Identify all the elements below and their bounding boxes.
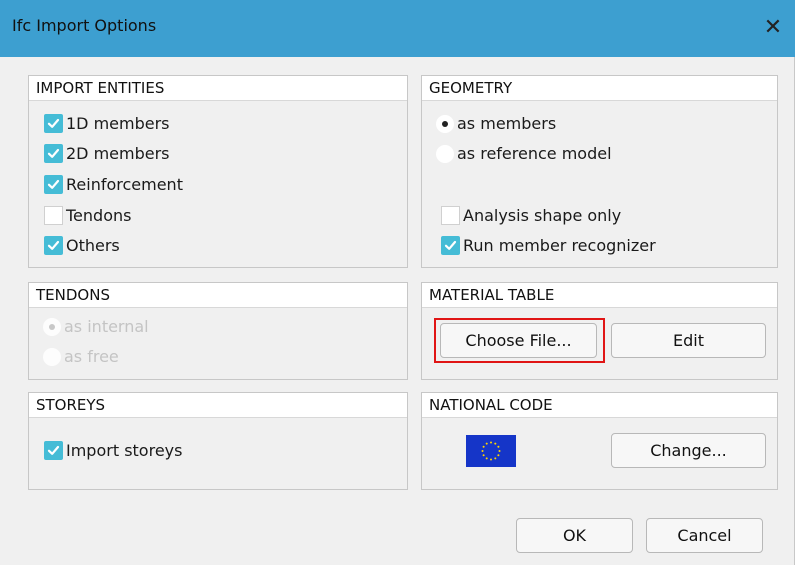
checkbox-label: Analysis shape only: [463, 206, 622, 225]
tendons-title: TENDONS: [29, 283, 407, 308]
dialog-title: Ifc Import Options: [12, 16, 157, 35]
radio-label: as internal: [64, 317, 149, 336]
change-national-code-button[interactable]: Change...: [611, 433, 766, 468]
radio-as-free[interactable]: as free: [43, 347, 119, 366]
import-entities-title: IMPORT ENTITIES: [29, 76, 407, 101]
storeys-group: STOREYS Import storeys: [28, 392, 408, 490]
checkbox-label: Reinforcement: [66, 175, 183, 194]
checkbox-others[interactable]: Others: [44, 236, 120, 255]
radio-label: as reference model: [457, 144, 612, 163]
checkbox-checked-icon[interactable]: [44, 441, 63, 460]
checkbox-checked-icon[interactable]: [441, 236, 460, 255]
checkbox-checked-icon[interactable]: [44, 144, 63, 163]
storeys-title: STOREYS: [29, 393, 407, 418]
choose-file-button[interactable]: Choose File...: [440, 323, 597, 358]
radio-disabled-unselected-icon[interactable]: [43, 347, 61, 366]
radio-label: as members: [457, 114, 557, 133]
checkbox-reinforcement[interactable]: Reinforcement: [44, 175, 183, 194]
tendons-group: TENDONS as internal as free: [28, 282, 408, 380]
checkbox-tendons[interactable]: Tendons: [44, 206, 131, 225]
import-entities-group: IMPORT ENTITIES 1D members 2D members Re…: [28, 75, 408, 268]
eu-flag-icon: [466, 435, 516, 467]
checkbox-checked-icon[interactable]: [44, 114, 63, 133]
geometry-group: GEOMETRY as members as reference model A…: [421, 75, 778, 268]
checkbox-1d-members[interactable]: 1D members: [44, 114, 170, 133]
radio-disabled-selected-icon[interactable]: [43, 317, 61, 336]
checkbox-label: Import storeys: [66, 441, 183, 460]
checkbox-unchecked-icon[interactable]: [441, 206, 460, 225]
national-code-title: NATIONAL CODE: [422, 393, 777, 418]
checkbox-checked-icon[interactable]: [44, 175, 63, 194]
cancel-button[interactable]: Cancel: [646, 518, 763, 553]
material-table-title: MATERIAL TABLE: [422, 283, 777, 308]
radio-as-members[interactable]: as members: [436, 114, 556, 133]
radio-as-reference-model[interactable]: as reference model: [436, 144, 612, 163]
ifc-import-options-dialog: Ifc Import Options ✕ IMPORT ENTITIES 1D …: [0, 0, 795, 565]
checkbox-2d-members[interactable]: 2D members: [44, 144, 170, 163]
radio-as-internal[interactable]: as internal: [43, 317, 149, 336]
geometry-title: GEOMETRY: [422, 76, 777, 101]
radio-selected-icon[interactable]: [436, 114, 454, 133]
checkbox-label: Tendons: [66, 206, 132, 225]
radio-label: as free: [64, 347, 119, 366]
ok-button[interactable]: OK: [516, 518, 633, 553]
checkbox-import-storeys[interactable]: Import storeys: [44, 441, 182, 460]
edit-button[interactable]: Edit: [611, 323, 766, 358]
checkbox-unchecked-icon[interactable]: [44, 206, 63, 225]
checkbox-label: 2D members: [66, 144, 170, 163]
radio-unselected-icon[interactable]: [436, 144, 454, 163]
checkbox-label: Others: [66, 236, 120, 255]
close-icon[interactable]: ✕: [755, 10, 791, 46]
checkbox-run-member-recognizer[interactable]: Run member recognizer: [441, 236, 656, 255]
checkbox-analysis-shape-only[interactable]: Analysis shape only: [441, 206, 621, 225]
checkbox-checked-icon[interactable]: [44, 236, 63, 255]
checkbox-label: 1D members: [66, 114, 170, 133]
checkbox-label: Run member recognizer: [463, 236, 656, 255]
title-bar: Ifc Import Options ✕: [0, 0, 795, 57]
